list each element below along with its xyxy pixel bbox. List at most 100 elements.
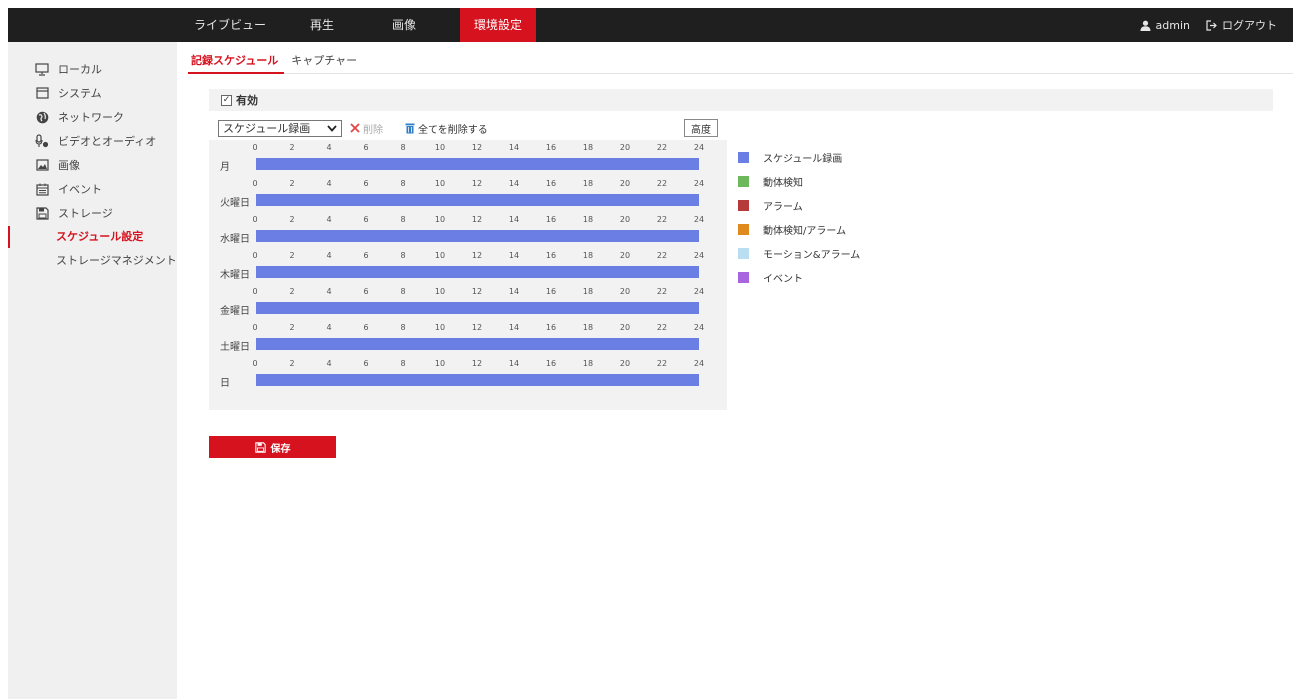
legend-item: アラーム xyxy=(738,193,860,217)
hour-tick-label: 6 xyxy=(363,179,369,188)
logout-button[interactable]: ログアウト xyxy=(1206,17,1277,33)
hour-tick-label: 0 xyxy=(252,215,258,224)
nav-playback[interactable]: 再生 xyxy=(296,8,348,42)
sidebar-item-label: システム xyxy=(58,87,102,100)
legend-swatch xyxy=(738,223,749,235)
hour-tick-label: 2 xyxy=(289,251,295,260)
hour-tick-label: 12 xyxy=(471,287,483,296)
sidebar-item-system[interactable]: システム xyxy=(8,82,177,104)
legend: スケジュール録画 動体検知 アラーム 動体検知/アラーム モーション&アラーム イベント xyxy=(738,145,860,289)
schedule-toolbar: スケジュール録画 削除 全てを削除する xyxy=(218,119,718,137)
hour-tick-label: 20 xyxy=(619,359,631,368)
hour-tick-label: 12 xyxy=(471,323,483,332)
sidebar-item-label: イベント xyxy=(58,183,102,196)
legend-swatch xyxy=(738,175,749,187)
hour-tick-label: 6 xyxy=(363,287,369,296)
hour-tick-label: 2 xyxy=(289,179,295,188)
mic-icon xyxy=(35,134,49,148)
hour-tick-label: 24 xyxy=(693,323,705,332)
sidebar-item-schedule-settings[interactable]: スケジュール設定 xyxy=(8,226,177,248)
hour-tick-label: 18 xyxy=(582,323,594,332)
hour-tick-label: 14 xyxy=(508,251,520,260)
sidebar-item-storage-management[interactable]: ストレージマネジメント xyxy=(8,250,177,272)
hour-tick-label: 20 xyxy=(619,323,631,332)
hour-tick-label: 18 xyxy=(582,143,594,152)
schedule-row: 0 2 4 6 8 10 12 14 16 18 20 22 24 金曜日 xyxy=(209,284,727,320)
legend-item: スケジュール録画 xyxy=(738,145,860,169)
day-label: 水曜日 xyxy=(220,234,250,245)
schedule-bar[interactable] xyxy=(256,374,699,386)
hour-tick-label: 6 xyxy=(363,215,369,224)
advanced-button[interactable]: 高度 xyxy=(684,119,718,137)
sidebar-item-video-audio[interactable]: ビデオとオーディオ xyxy=(8,130,177,152)
sidebar-item-local[interactable]: ローカル xyxy=(8,58,177,80)
sidebar-item-label: ローカル xyxy=(58,63,102,76)
save-button[interactable]: 保存 xyxy=(209,436,336,458)
hour-tick-label: 24 xyxy=(693,251,705,260)
tab-capture[interactable]: キャプチャー xyxy=(288,52,363,74)
schedule-bar[interactable] xyxy=(256,338,699,350)
delete-all-button[interactable]: 全てを削除する xyxy=(405,121,488,136)
sidebar-item-image[interactable]: 画像 xyxy=(8,154,177,176)
legend-label: アラーム xyxy=(763,201,803,213)
hour-tick-label: 10 xyxy=(434,287,446,296)
hour-tick-label: 16 xyxy=(545,359,557,368)
hour-tick-label: 18 xyxy=(582,179,594,188)
day-label: 日 xyxy=(220,378,230,389)
hour-tick-label: 22 xyxy=(656,215,668,224)
app-frame: ライブビュー 再生 画像 環境設定 admin ログアウト ローカル システム … xyxy=(8,8,1293,699)
hour-tick-label: 8 xyxy=(400,359,406,368)
hour-ticks: 0 2 4 6 8 10 12 14 16 18 20 22 24 xyxy=(252,215,704,227)
sidebar-item-label: 画像 xyxy=(58,159,80,172)
hour-ticks: 0 2 4 6 8 10 12 14 16 18 20 22 24 xyxy=(252,323,704,335)
hour-tick-label: 22 xyxy=(656,143,668,152)
image-icon xyxy=(35,158,49,172)
nav-live-view[interactable]: ライブビュー xyxy=(180,8,280,42)
user-menu[interactable]: admin xyxy=(1140,19,1190,32)
hour-ticks: 0 2 4 6 8 10 12 14 16 18 20 22 24 xyxy=(252,287,704,299)
trash-icon xyxy=(405,123,415,133)
nav-picture[interactable]: 画像 xyxy=(378,8,430,42)
legend-swatch xyxy=(738,199,749,211)
schedule-bar[interactable] xyxy=(256,230,699,242)
sidebar-item-label: ビデオとオーディオ xyxy=(58,135,157,148)
sidebar-item-event[interactable]: イベント xyxy=(8,178,177,200)
logout-icon xyxy=(1206,19,1217,31)
enable-checkbox[interactable]: ✓ xyxy=(221,94,232,106)
hour-tick-label: 12 xyxy=(471,143,483,152)
hour-tick-label: 2 xyxy=(289,287,295,296)
delete-button[interactable]: 削除 xyxy=(350,121,383,136)
hour-tick-label: 8 xyxy=(400,179,406,188)
chevron-down-icon xyxy=(327,124,337,132)
hour-tick-label: 24 xyxy=(693,359,705,368)
record-type-select[interactable]: スケジュール録画 xyxy=(218,119,342,137)
hour-tick-label: 18 xyxy=(582,215,594,224)
calendar-icon xyxy=(35,182,49,196)
sidebar-item-storage[interactable]: ストレージ xyxy=(8,202,177,224)
schedule-bar[interactable] xyxy=(256,266,699,278)
hour-tick-label: 2 xyxy=(289,215,295,224)
top-bar: ライブビュー 再生 画像 環境設定 admin ログアウト xyxy=(8,8,1293,42)
schedule-row: 0 2 4 6 8 10 12 14 16 18 20 22 24 水曜日 xyxy=(209,212,727,248)
hour-tick-label: 22 xyxy=(656,179,668,188)
sidebar-item-network[interactable]: ネットワーク xyxy=(8,106,177,128)
nav-configuration[interactable]: 環境設定 xyxy=(460,8,537,42)
hour-tick-label: 2 xyxy=(289,143,295,152)
record-type-value: スケジュール録画 xyxy=(223,122,311,135)
hour-tick-label: 8 xyxy=(400,251,406,260)
hour-tick-label: 6 xyxy=(363,323,369,332)
user-box: admin ログアウト xyxy=(1140,8,1277,42)
sidebar-item-label: ネットワーク xyxy=(58,111,124,124)
hour-ticks: 0 2 4 6 8 10 12 14 16 18 20 22 24 xyxy=(252,179,704,191)
legend-label: イベント xyxy=(763,273,803,285)
hour-tick-label: 22 xyxy=(656,251,668,260)
hour-tick-label: 2 xyxy=(289,323,295,332)
hour-ticks: 0 2 4 6 8 10 12 14 16 18 20 22 24 xyxy=(252,251,704,263)
schedule-bar[interactable] xyxy=(256,302,699,314)
schedule-bar[interactable] xyxy=(256,194,699,206)
tab-record-schedule[interactable]: 記録スケジュール xyxy=(188,52,285,74)
legend-item: モーション&アラーム xyxy=(738,241,860,265)
enable-bar: ✓ 有効 xyxy=(209,89,1273,111)
hour-tick-label: 14 xyxy=(508,287,520,296)
schedule-bar[interactable] xyxy=(256,158,699,170)
